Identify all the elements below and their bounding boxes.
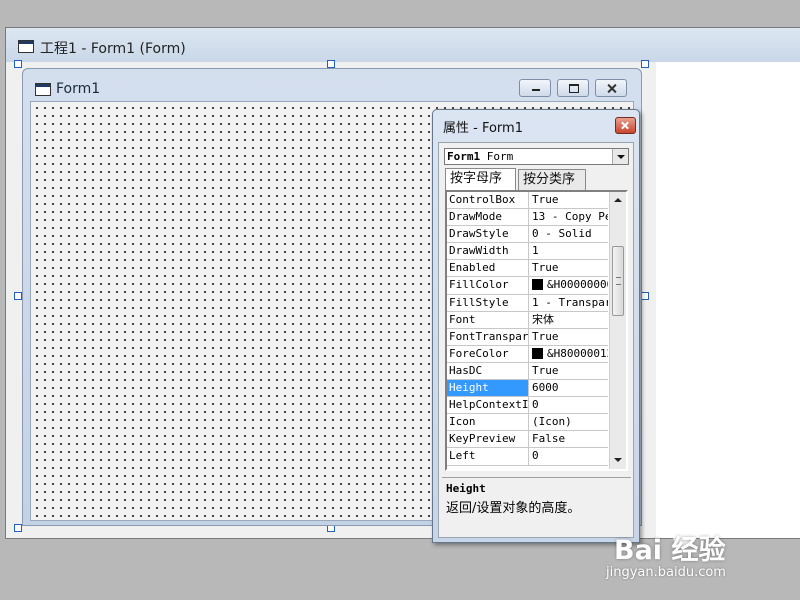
- properties-title: 属性 - Form1: [443, 121, 523, 136]
- properties-close-button[interactable]: [615, 117, 636, 134]
- property-name[interactable]: FillStyle: [447, 294, 529, 311]
- property-value[interactable]: True: [530, 329, 608, 345]
- property-list: ControlBoxTrueDrawMode13 - Copy PenDrawS…: [447, 192, 608, 466]
- property-row[interactable]: DrawWidth 1: [447, 243, 608, 261]
- property-name[interactable]: ControlBox: [447, 192, 529, 209]
- property-row[interactable]: KeyPreview False: [447, 431, 608, 449]
- maximize-button[interactable]: [557, 79, 589, 97]
- property-value[interactable]: True: [530, 363, 608, 379]
- properties-window: 属性 - Form1 Form1 Form 按字母序 按分类序 ControlB…: [432, 109, 640, 543]
- property-row[interactable]: ControlBox True: [447, 192, 608, 210]
- property-row[interactable]: Left 0: [447, 448, 608, 466]
- property-row[interactable]: DrawMode13 - Copy Pen: [447, 209, 608, 227]
- resize-handle-middle-left[interactable]: [14, 292, 22, 300]
- chevron-down-icon[interactable]: [612, 149, 628, 164]
- scroll-thumb[interactable]: [612, 246, 624, 316]
- close-button[interactable]: [595, 79, 627, 97]
- scroll-down-icon[interactable]: [610, 452, 626, 469]
- description-title: Height: [446, 482, 486, 495]
- resize-handle-top-right[interactable]: [641, 60, 649, 68]
- watermark-url: jingyan.baidu.com: [606, 565, 726, 580]
- property-value[interactable]: (Icon): [530, 414, 608, 430]
- form-icon: [18, 40, 34, 53]
- scroll-up-icon[interactable]: [610, 192, 626, 209]
- description-pane: Height 返回/设置对象的高度。: [442, 477, 631, 534]
- property-row[interactable]: HasDC True: [447, 362, 608, 381]
- resize-handle-bottom-left[interactable]: [14, 524, 22, 532]
- property-name[interactable]: HasDC: [447, 362, 529, 380]
- resize-handle-middle-right[interactable]: [641, 292, 649, 300]
- color-swatch-icon: [532, 347, 543, 359]
- property-value[interactable]: 1: [530, 243, 608, 259]
- property-scrollbar[interactable]: [609, 192, 626, 469]
- property-name[interactable]: DrawWidth: [447, 243, 529, 260]
- designer-title: 工程1 - Form1 (Form): [40, 41, 186, 57]
- property-value[interactable]: &H00000000&: [530, 277, 608, 293]
- property-name[interactable]: DrawMode: [447, 209, 529, 226]
- property-value[interactable]: 宋体: [530, 312, 608, 328]
- object-selector[interactable]: Form1 Form: [444, 148, 629, 165]
- property-row[interactable]: Height 6000: [447, 380, 608, 398]
- property-grid: ControlBoxTrueDrawMode13 - Copy PenDrawS…: [445, 190, 628, 471]
- property-value[interactable]: 0: [530, 448, 608, 464]
- property-name[interactable]: Icon: [447, 414, 529, 431]
- property-name[interactable]: Enabled: [447, 260, 529, 277]
- property-row[interactable]: FillColor&H00000000&: [447, 277, 608, 295]
- color-swatch-icon: [532, 279, 543, 291]
- property-value[interactable]: 0: [530, 397, 608, 413]
- tab-categorized[interactable]: 按分类序: [518, 169, 586, 190]
- form-title: Form1: [56, 81, 101, 97]
- properties-body: Form1 Form 按字母序 按分类序 ControlBox True DrawM…: [438, 142, 634, 538]
- property-name[interactable]: ForeColor: [447, 345, 529, 362]
- property-row[interactable]: FillStyle1 - Transparent: [447, 294, 608, 312]
- property-name[interactable]: DrawStyle: [447, 226, 529, 243]
- property-row[interactable]: Enabled True: [447, 260, 608, 278]
- property-value[interactable]: 6000: [530, 380, 608, 396]
- property-name[interactable]: HelpContextID: [447, 397, 529, 414]
- property-value-text: &H80000012&: [547, 346, 608, 360]
- property-value-text: &H00000000&: [547, 278, 608, 292]
- property-value[interactable]: 13 - Copy Pen: [530, 209, 608, 225]
- property-value[interactable]: &H80000012&: [530, 346, 608, 362]
- description-text: 返回/设置对象的高度。: [446, 501, 581, 516]
- property-row[interactable]: DrawStyle 0 - Solid: [447, 226, 608, 244]
- minimize-button[interactable]: [519, 79, 551, 97]
- designer-background: [656, 62, 800, 538]
- property-name[interactable]: Left: [447, 448, 529, 465]
- tab-alphabetic[interactable]: 按字母序: [445, 168, 516, 190]
- watermark-logo: Bai 经验: [614, 535, 726, 566]
- object-name: Form1: [447, 150, 481, 163]
- property-name[interactable]: FontTransparent: [447, 328, 529, 345]
- form-icon: [35, 83, 51, 96]
- property-row[interactable]: ForeColor&H80000012&: [447, 345, 608, 363]
- property-name[interactable]: FillColor: [447, 277, 529, 294]
- designer-titlebar: 工程1 - Form1 (Form): [6, 28, 800, 62]
- resize-handle-top-left[interactable]: [14, 60, 22, 68]
- property-value[interactable]: True: [530, 260, 608, 276]
- property-row[interactable]: Font 宋体: [447, 311, 608, 329]
- property-name[interactable]: KeyPreview: [447, 431, 529, 448]
- property-value[interactable]: False: [530, 431, 608, 447]
- property-value[interactable]: 1 - Transparent: [530, 295, 608, 311]
- object-type: Form: [486, 150, 514, 163]
- property-name[interactable]: Font: [447, 311, 529, 328]
- property-row[interactable]: HelpContextID 0: [447, 397, 608, 415]
- property-row[interactable]: Icon (Icon): [447, 414, 608, 432]
- property-value[interactable]: 0 - Solid: [530, 226, 608, 242]
- resize-handle-top-center[interactable]: [327, 60, 335, 68]
- property-row[interactable]: FontTransparentTrue: [447, 328, 608, 346]
- property-value[interactable]: True: [530, 192, 608, 208]
- property-name[interactable]: Height: [447, 380, 529, 397]
